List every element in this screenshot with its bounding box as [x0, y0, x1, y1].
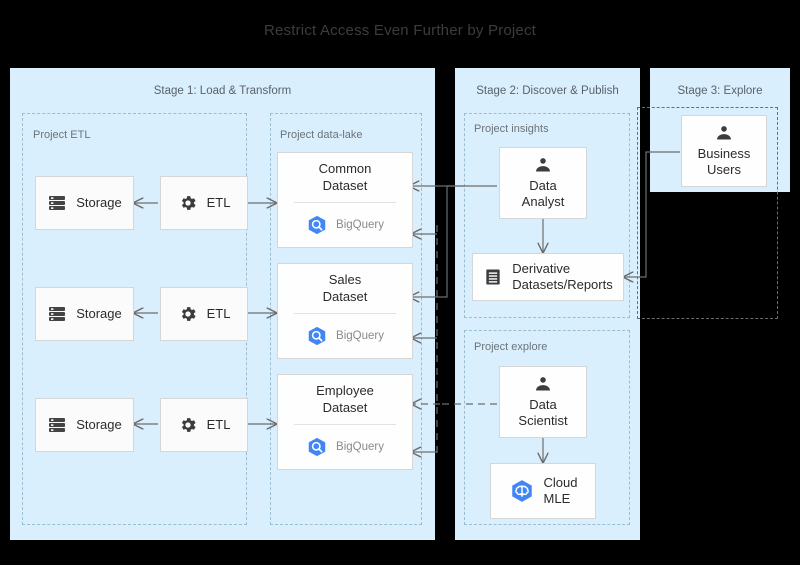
etl-node-3[interactable]: ETL [160, 398, 248, 452]
page-title: Restrict Access Even Further by Project [263, 22, 537, 39]
data-analyst-node[interactable]: Data Analyst [499, 147, 587, 219]
person-icon [714, 124, 734, 142]
gear-icon [178, 193, 198, 213]
storage-node-3-label: Storage [76, 416, 122, 432]
storage-node-1-label: Storage [76, 194, 122, 210]
project-insights-label: Project insights [474, 123, 549, 135]
project-explore-label: Project explore [474, 341, 548, 353]
business-users-line2: Users [707, 162, 741, 177]
dataset-employee-line1: Employee [316, 383, 374, 399]
derivative-datasets-node[interactable]: Derivative Datasets/Reports [472, 253, 624, 301]
data-scientist-node[interactable]: Data Scientist [499, 366, 587, 438]
cloud-mle-icon [509, 478, 535, 504]
dataset-sales-line1: Sales [328, 272, 362, 288]
etl-node-1-label: ETL [206, 194, 231, 210]
stage3-label: Stage 3: Explore [677, 85, 763, 97]
dataset-common-service: BigQuery [336, 219, 384, 231]
gear-icon [178, 304, 198, 324]
bigquery-icon [306, 214, 328, 236]
project-datalake-label: Project data-lake [280, 129, 363, 141]
dataset-card-sales[interactable]: Sales Dataset BigQuery [277, 263, 413, 359]
dataset-card-common[interactable]: Common Dataset BigQuery [277, 152, 413, 248]
dataset-employee-service: BigQuery [336, 441, 384, 453]
dataset-employee-line2: Dataset [322, 399, 368, 415]
stage1-label: Stage 1: Load & Transform [153, 85, 292, 97]
dataset-sales-service: BigQuery [336, 330, 384, 342]
cloud-mle-line1: Cloud [543, 474, 578, 490]
data-analyst-line2: Analyst [521, 194, 565, 209]
person-icon [533, 156, 553, 174]
etl-node-1[interactable]: ETL [160, 176, 248, 230]
data-scientist-line2: Scientist [518, 413, 568, 428]
storage-node-2[interactable]: Storage [35, 287, 134, 341]
data-analyst-line1: Data [529, 177, 557, 193]
derivative-line2: Datasets/Reports [512, 277, 613, 292]
cloud-mle-node[interactable]: Cloud MLE [490, 463, 596, 519]
business-users-node[interactable]: Business Users [681, 115, 767, 187]
stage2-label: Stage 2: Discover & Publish [476, 85, 619, 97]
business-users-line1: Business [697, 145, 751, 161]
cloud-mle-line2: MLE [543, 491, 571, 506]
dataset-common-line2: Dataset [322, 177, 368, 193]
bigquery-icon [306, 436, 328, 458]
data-scientist-line1: Data [529, 396, 557, 412]
storage-icon [47, 415, 67, 435]
dataset-sales-line2: Dataset [322, 288, 368, 304]
bigquery-icon [306, 325, 328, 347]
dataset-common-line1: Common [318, 161, 372, 177]
dataset-card-employee[interactable]: Employee Dataset BigQuery [277, 374, 413, 470]
storage-node-3[interactable]: Storage [35, 398, 134, 452]
gear-icon [178, 415, 198, 435]
storage-icon [47, 304, 67, 324]
derivative-line1: Derivative [512, 260, 571, 276]
etl-node-2-label: ETL [206, 305, 231, 321]
etl-node-2[interactable]: ETL [160, 287, 248, 341]
storage-node-1[interactable]: Storage [35, 176, 134, 230]
project-etl-label: Project ETL [33, 129, 91, 141]
storage-node-2-label: Storage [76, 305, 122, 321]
storage-icon [47, 193, 67, 213]
report-icon [483, 267, 503, 287]
etl-node-3-label: ETL [206, 416, 231, 432]
person-icon [533, 375, 553, 393]
